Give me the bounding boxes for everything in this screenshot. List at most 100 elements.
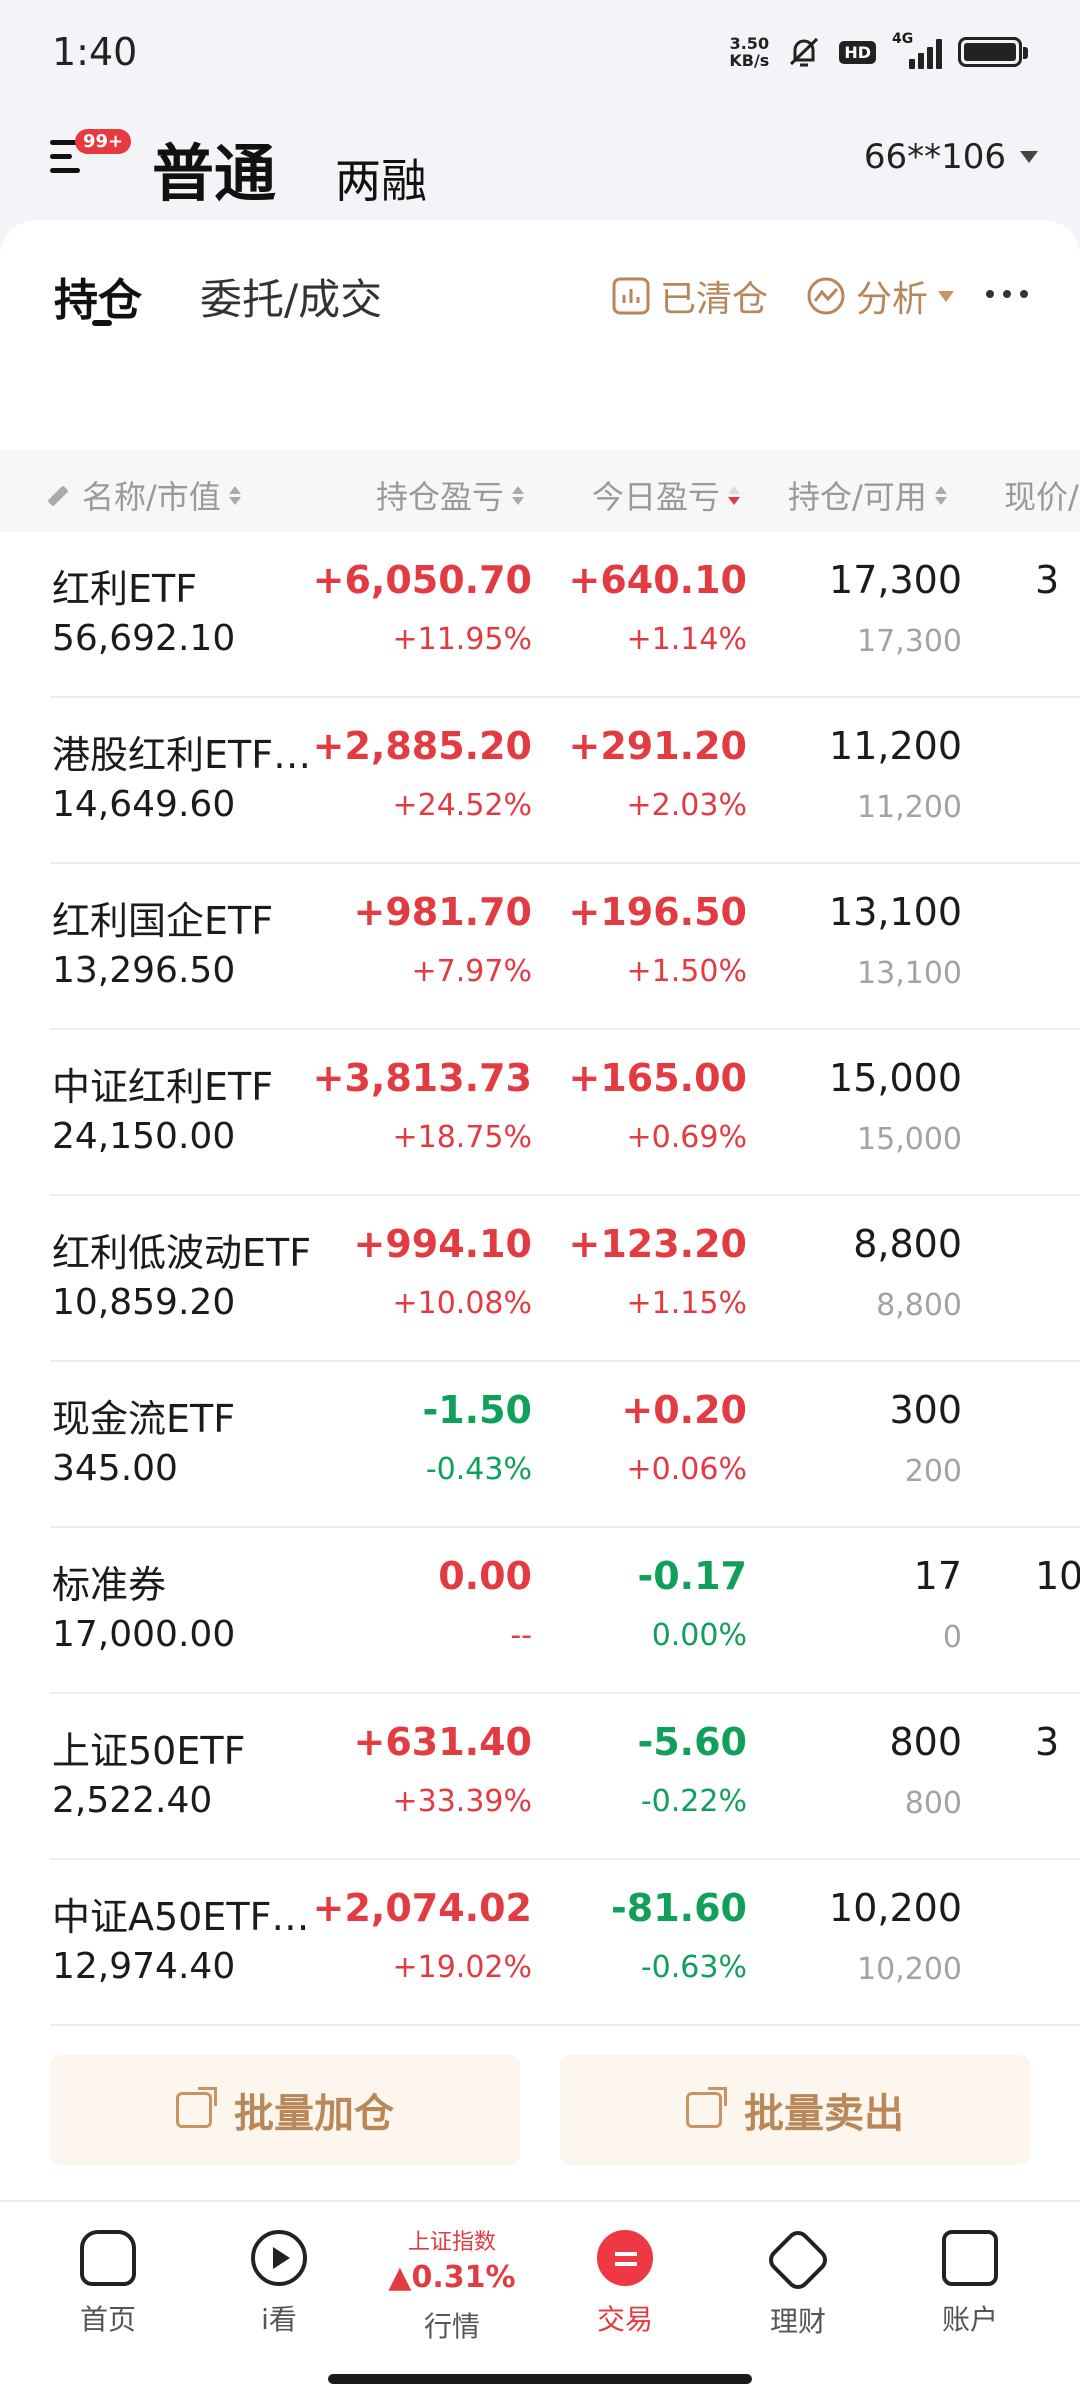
col-position-pl-header[interactable]: 持仓盈亏 — [376, 472, 525, 518]
holding-name: 现金流ETF — [52, 1397, 236, 1441]
position-pl-pct: +11.95% — [392, 622, 532, 657]
hd-icon: HD — [839, 40, 876, 64]
available-qty: 10,200 — [857, 1952, 962, 1987]
status-bar: 1:40 3.50 KB/s HD 4G — [0, 0, 1080, 105]
position-pl: +994.10 — [353, 1222, 532, 1266]
nav-watch[interactable]: i看 — [209, 2230, 349, 2338]
today-pl: -0.17 — [637, 1554, 747, 1598]
available-qty: 17,300 — [857, 624, 962, 659]
account-selector[interactable]: 66**106 — [864, 137, 1038, 177]
table-header: 名称/市值 持仓盈亏 今日盈亏 持仓/可用 现价/ — [0, 450, 1080, 532]
table-row[interactable]: 现金流ETF 345.00 -1.50 -0.43% +0.20 +0.06% 300 200 — [0, 1362, 1080, 1528]
position-qty: 17,300 — [829, 558, 962, 602]
tab-holdings[interactable]: 持仓 — [54, 264, 142, 328]
market-value: 24,150.00 — [52, 1116, 236, 1157]
nav-trade[interactable]: 交易 — [555, 2230, 695, 2338]
batch-sell-button[interactable]: 批量卖出 — [560, 2055, 1030, 2165]
batch-add-button[interactable]: 批量加仓 — [50, 2055, 520, 2165]
position-qty: 15,000 — [829, 1056, 962, 1100]
market-value: 12,974.40 — [52, 1946, 236, 1987]
available-qty: 0 — [942, 1620, 962, 1655]
position-qty: 10,200 — [829, 1886, 962, 1930]
holding-name: 中证红利ETF — [52, 1065, 274, 1109]
market-value: 345.00 — [52, 1448, 178, 1489]
position-pl-pct: +19.02% — [392, 1950, 532, 1985]
holdings-list: 红利ETF 56,692.10 +6,050.70 +11.95% +640.10 +1.… — [0, 532, 1080, 2026]
analysis-button[interactable]: 分析 — [806, 270, 955, 322]
position-qty: 11,200 — [829, 724, 962, 768]
col-position-header[interactable]: 持仓/可用 — [788, 472, 947, 518]
today-pl: +196.50 — [568, 890, 747, 934]
position-pl: +981.70 — [353, 890, 532, 934]
account-number: 66**106 — [863, 137, 1006, 177]
table-row[interactable]: 中证红利ETF 24,150.00 +3,813.73 +18.75% +165.00 +… — [0, 1030, 1080, 1196]
available-qty: 11,200 — [857, 790, 962, 825]
market-value: 14,649.60 — [52, 784, 236, 825]
home-indicator — [328, 2374, 752, 2384]
position-pl: -1.50 — [422, 1388, 532, 1432]
today-pl: +291.20 — [568, 724, 747, 768]
available-qty: 15,000 — [857, 1122, 962, 1157]
batch-sell-icon — [686, 2087, 727, 2128]
position-pl: +6,050.70 — [312, 558, 532, 602]
tab-margin[interactable]: 两融 — [335, 145, 427, 211]
edit-icon[interactable] — [50, 482, 76, 508]
table-row[interactable]: 标准券 17,000.00 0.00 -- -0.17 0.00% 17 0 10 — [0, 1528, 1080, 1694]
table-row[interactable]: 红利国企ETF 13,296.50 +981.70 +7.97% +196.50 +1.5… — [0, 864, 1080, 1030]
batch-add-icon — [176, 2087, 217, 2128]
nav-market[interactable]: 上证指数 ▲0.31% 行情 — [382, 2224, 522, 2345]
col-today-pl-header[interactable]: 今日盈亏 — [592, 472, 741, 518]
wealth-icon — [764, 2226, 832, 2294]
position-pl-pct: +33.39% — [392, 1784, 532, 1819]
clock: 1:40 — [52, 30, 138, 74]
nav-home[interactable]: 首页 — [38, 2230, 178, 2338]
today-pl-pct: +1.14% — [626, 622, 747, 657]
chevron-down-icon — [1020, 151, 1038, 163]
tab-normal[interactable]: 普通 — [152, 123, 276, 213]
silent-bell-icon — [790, 37, 819, 67]
top-header: 99+ 普通 两融 66**106 — [0, 105, 1080, 215]
today-pl-pct: -0.63% — [640, 1950, 747, 1985]
today-pl: +123.20 — [568, 1222, 747, 1266]
table-row[interactable]: 红利ETF 56,692.10 +6,050.70 +11.95% +640.10 +1.… — [0, 532, 1080, 698]
today-pl-pct: +2.03% — [626, 788, 747, 823]
table-row[interactable]: 港股红利ETF… 14,649.60 +2,885.20 +24.52% +291.20… — [0, 698, 1080, 864]
position-qty: 800 — [889, 1720, 962, 1764]
today-pl-pct: +1.15% — [626, 1286, 747, 1321]
table-row[interactable]: 红利低波动ETF 10,859.20 +994.10 +10.08% +123.20 +1… — [0, 1196, 1080, 1362]
market-value: 17,000.00 — [52, 1614, 236, 1655]
market-value: 2,522.40 — [52, 1780, 213, 1821]
table-row[interactable]: 上证50ETF 2,522.40 +631.40 +33.39% -5.60 -0.22%… — [0, 1694, 1080, 1860]
position-qty: 17 — [913, 1554, 962, 1598]
caret-down-icon — [938, 290, 955, 302]
play-icon — [251, 2230, 307, 2286]
tab-orders[interactable]: 委托/成交 — [200, 266, 382, 327]
current-price: 3 — [1035, 558, 1060, 602]
position-pl-pct: +7.97% — [411, 954, 532, 989]
position-pl: +2,074.02 — [312, 1886, 532, 1930]
market-value: 56,692.10 — [52, 618, 236, 659]
holding-name: 红利低波动ETF — [52, 1231, 312, 1275]
holding-name: 标准券 — [52, 1563, 167, 1607]
more-icon[interactable] — [986, 290, 1028, 298]
holding-name: 中证A50ETF… — [52, 1895, 310, 1939]
sort-icon — [228, 485, 241, 505]
cleared-button[interactable]: 已清仓 — [612, 270, 768, 322]
position-pl-pct: +24.52% — [392, 788, 532, 823]
position-pl-pct: -- — [510, 1618, 532, 1653]
tab-indicator — [92, 320, 112, 326]
summary-cutoff-left — [50, 348, 200, 382]
today-pl-pct: 0.00% — [651, 1618, 747, 1653]
col-price-header[interactable]: 现价/ — [1004, 472, 1079, 518]
market-value: 10,859.20 — [52, 1282, 236, 1323]
position-pl: +631.40 — [353, 1720, 532, 1764]
col-name-header[interactable]: 名称/市值 — [50, 472, 241, 518]
analysis-icon — [807, 277, 845, 315]
home-icon — [80, 2230, 136, 2286]
nav-account[interactable]: 账户 — [900, 2230, 1040, 2338]
table-row[interactable]: 中证A50ETF… 12,974.40 +2,074.02 +19.02% -81.60… — [0, 1860, 1080, 2026]
trade-icon — [597, 2230, 653, 2286]
nav-wealth[interactable]: 理财 — [728, 2226, 868, 2340]
today-pl: +165.00 — [568, 1056, 747, 1100]
market-value: 13,296.50 — [52, 950, 236, 991]
